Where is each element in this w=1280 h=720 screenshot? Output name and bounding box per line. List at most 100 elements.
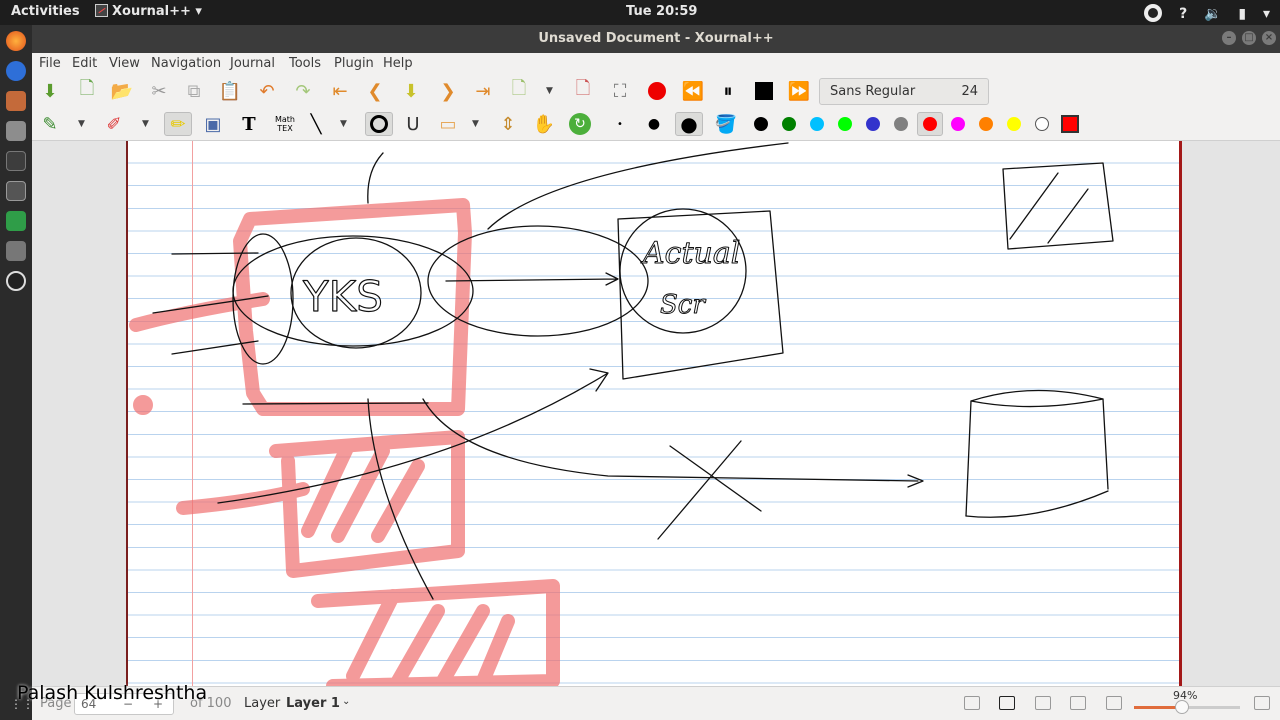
text-tool-icon[interactable]: T — [237, 112, 261, 136]
redo-icon[interactable]: ↷ — [291, 79, 315, 103]
text-editor-icon[interactable] — [6, 121, 26, 141]
canvas-area[interactable]: YKS Actual Scr — [32, 141, 1280, 686]
color-light-green[interactable] — [838, 117, 852, 131]
volume-icon[interactable]: 🔉 — [1204, 6, 1221, 22]
cut-icon[interactable]: ✂ — [147, 79, 171, 103]
menu-help[interactable]: Help — [383, 56, 413, 71]
zoom-out-icon[interactable] — [1106, 696, 1122, 710]
obs-tray-icon[interactable] — [1144, 4, 1163, 22]
eraser-icon[interactable]: ✐ — [102, 112, 126, 136]
pen-icon[interactable]: ✎ — [38, 112, 62, 136]
goto-last-icon[interactable]: ⇥ — [471, 79, 495, 103]
close-button[interactable]: × — [1262, 31, 1276, 45]
zoom-fit-icon[interactable] — [1070, 696, 1086, 710]
color-white[interactable] — [1035, 117, 1049, 131]
color-green[interactable] — [782, 117, 796, 131]
xournal-dock-icon[interactable] — [6, 181, 26, 201]
fill-icon[interactable]: 🪣 — [714, 112, 738, 136]
highlighter-icon[interactable]: ✏ — [164, 112, 192, 136]
previous-page-icon[interactable]: ❮ — [363, 79, 387, 103]
color-gray[interactable] — [894, 117, 908, 131]
hand-icon[interactable]: ✋ — [532, 112, 556, 136]
undo-icon[interactable]: ↶ — [255, 79, 279, 103]
ruled-page[interactable]: YKS Actual Scr — [126, 141, 1182, 686]
obs-dock-icon[interactable] — [6, 271, 26, 291]
magnet-icon[interactable]: U — [401, 112, 425, 136]
copy-icon[interactable]: ⧉ — [182, 79, 206, 103]
rewind-icon[interactable]: ⏪ — [681, 79, 705, 103]
files-icon[interactable] — [6, 91, 26, 111]
medium-size-icon[interactable]: ● — [642, 112, 666, 136]
open-icon[interactable]: 📂 — [110, 79, 134, 103]
pair-pages-icon[interactable] — [964, 696, 980, 710]
insert-page-icon[interactable]: 🗋 — [507, 78, 531, 103]
color-yellow[interactable] — [1007, 117, 1021, 131]
font-selector[interactable]: Sans Regular 24 — [819, 78, 989, 105]
highlight-box-2 — [269, 430, 465, 578]
record-icon[interactable] — [645, 79, 669, 103]
save-icon[interactable]: ⬇ — [38, 79, 62, 103]
gnome-top-bar: Activities Xournal++ ▾ Tue 20:59 ? 🔉 ▮ ▾ — [0, 0, 1280, 25]
zoom-in-icon[interactable] — [1254, 696, 1270, 710]
fine-size-icon[interactable]: • — [608, 112, 632, 136]
zoom-100-icon[interactable] — [1035, 696, 1051, 710]
paste-icon[interactable]: 📋 — [218, 79, 242, 103]
select-dropdown-icon[interactable]: ▼ — [472, 119, 479, 129]
refresh-icon[interactable]: ↻ — [568, 112, 592, 136]
color-blue[interactable] — [866, 117, 880, 131]
pen-dropdown-icon[interactable]: ▼ — [78, 119, 85, 129]
color-light-blue[interactable] — [810, 117, 824, 131]
activities-button[interactable]: Activities — [11, 4, 80, 19]
thick-size-icon[interactable]: ● — [675, 112, 703, 136]
thunderbird-icon[interactable] — [6, 61, 26, 81]
color-orange[interactable] — [979, 117, 993, 131]
app-menu[interactable]: Xournal++ ▾ — [95, 4, 202, 19]
shape-dropdown-icon[interactable]: ▼ — [340, 119, 347, 129]
goto-first-icon[interactable]: ⇤ — [328, 79, 352, 103]
math-tex-icon[interactable]: Math TEX — [272, 112, 298, 136]
menu-view[interactable]: View — [109, 56, 140, 71]
custom-color-icon[interactable] — [1058, 112, 1082, 136]
draw-line-icon[interactable]: ╲ — [304, 112, 328, 136]
layer-selector[interactable]: Layer 1 — [286, 696, 340, 711]
battery-icon[interactable]: ▮ — [1238, 6, 1246, 22]
menu-tools[interactable]: Tools — [289, 56, 321, 71]
terminal-icon[interactable] — [6, 151, 26, 171]
system-tray[interactable]: ? 🔉 ▮ ▾ — [1132, 4, 1270, 22]
color-black[interactable] — [754, 117, 768, 131]
menu-plugin[interactable]: Plugin — [334, 56, 374, 71]
fast-forward-icon[interactable]: ⏩ — [787, 79, 811, 103]
menu-file[interactable]: File — [39, 56, 61, 71]
presentation-mode-icon[interactable] — [999, 696, 1015, 710]
menu-journal[interactable]: Journal — [230, 56, 275, 71]
firefox-icon[interactable] — [6, 31, 26, 51]
minimize-button[interactable]: – — [1222, 31, 1236, 45]
spreadsheet-icon[interactable] — [6, 211, 26, 231]
delete-page-icon[interactable]: 🗋 — [571, 78, 595, 103]
vertical-space-icon[interactable]: ⇕ — [496, 112, 520, 136]
layer-dropdown-icon[interactable]: ⌄ — [342, 696, 350, 707]
sketch-drawing[interactable]: YKS Actual Scr — [128, 141, 1184, 686]
color-magenta[interactable] — [951, 117, 965, 131]
menu-navigation[interactable]: Navigation — [151, 56, 221, 71]
help-icon[interactable]: ? — [1179, 6, 1187, 22]
clock[interactable]: Tue 20:59 — [626, 4, 697, 19]
color-red[interactable] — [923, 117, 937, 131]
software-icon[interactable] — [6, 241, 26, 261]
new-page-icon[interactable]: 🗋 — [75, 78, 99, 103]
shape-recognizer-icon[interactable] — [365, 112, 393, 136]
maximize-button[interactable]: □ — [1242, 31, 1256, 45]
insert-page-dropdown-icon[interactable]: ▼ — [546, 86, 553, 96]
next-page-icon[interactable]: ❯ — [436, 79, 460, 103]
image-icon[interactable]: ▣ — [201, 112, 225, 136]
system-menu-icon[interactable]: ▾ — [1263, 6, 1270, 22]
pause-icon[interactable]: ⏸ — [716, 79, 740, 103]
sketch-x-2 — [657, 440, 742, 540]
fullscreen-icon[interactable]: ⛶ — [608, 79, 632, 103]
eraser-dropdown-icon[interactable]: ▼ — [142, 119, 149, 129]
goto-page-icon[interactable]: ⬇ — [399, 79, 423, 103]
stop-icon[interactable] — [752, 79, 776, 103]
zoom-slider-handle[interactable] — [1174, 700, 1189, 714]
select-rect-icon[interactable]: ▭ — [436, 112, 460, 136]
menu-edit[interactable]: Edit — [72, 56, 97, 71]
